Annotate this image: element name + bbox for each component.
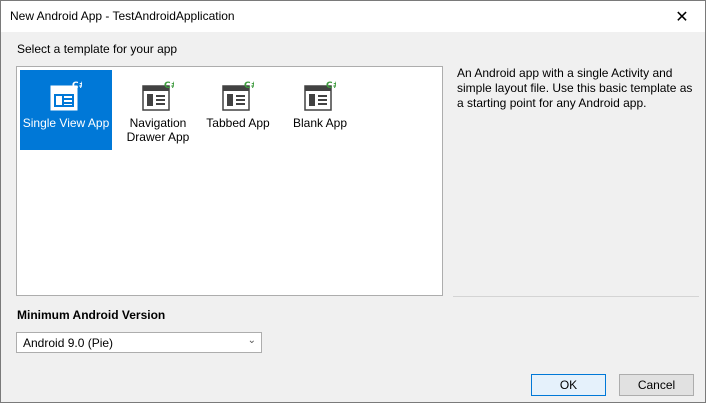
blank-icon: C# bbox=[304, 80, 340, 112]
template-heading: Select a template for your app bbox=[17, 42, 178, 56]
template-label: Tabbed App bbox=[206, 116, 270, 130]
close-button[interactable]: ✕ bbox=[659, 1, 705, 32]
template-tile-single-view[interactable]: C# Single View App bbox=[20, 70, 112, 150]
template-label: Blank App bbox=[292, 116, 348, 130]
navigation-drawer-icon: C# bbox=[142, 80, 178, 112]
template-tile-tabbed[interactable]: C# Tabbed App bbox=[192, 70, 284, 150]
template-list: C# Single View App C# Navigation Drawer … bbox=[16, 66, 443, 296]
title-bar: New Android App - TestAndroidApplication… bbox=[1, 1, 705, 32]
svg-text:C#: C# bbox=[72, 81, 82, 91]
chevron-down-icon: ⌄ bbox=[247, 335, 256, 346]
template-tile-blank[interactable]: C# Blank App bbox=[274, 70, 366, 150]
template-label: Navigation Drawer App bbox=[126, 116, 190, 144]
divider bbox=[453, 296, 699, 297]
single-view-icon: C# bbox=[50, 80, 86, 112]
min-version-label: Minimum Android Version bbox=[17, 308, 166, 322]
window-title: New Android App - TestAndroidApplication bbox=[10, 9, 235, 23]
svg-text:C#: C# bbox=[164, 81, 174, 91]
min-version-select[interactable]: Android 9.0 (Pie) ⌄ bbox=[16, 332, 262, 353]
cancel-button[interactable]: Cancel bbox=[619, 374, 694, 396]
template-tile-navigation-drawer[interactable]: C# Navigation Drawer App bbox=[112, 70, 204, 150]
template-description: An Android app with a single Activity an… bbox=[457, 66, 693, 110]
tabbed-icon: C# bbox=[222, 80, 258, 112]
ok-button[interactable]: OK bbox=[531, 374, 606, 396]
min-version-value: Android 9.0 (Pie) bbox=[23, 336, 114, 350]
dialog-window: New Android App - TestAndroidApplication… bbox=[0, 0, 706, 403]
svg-text:C#: C# bbox=[326, 81, 336, 91]
svg-text:C#: C# bbox=[244, 81, 254, 91]
template-label: Single View App bbox=[22, 116, 110, 130]
